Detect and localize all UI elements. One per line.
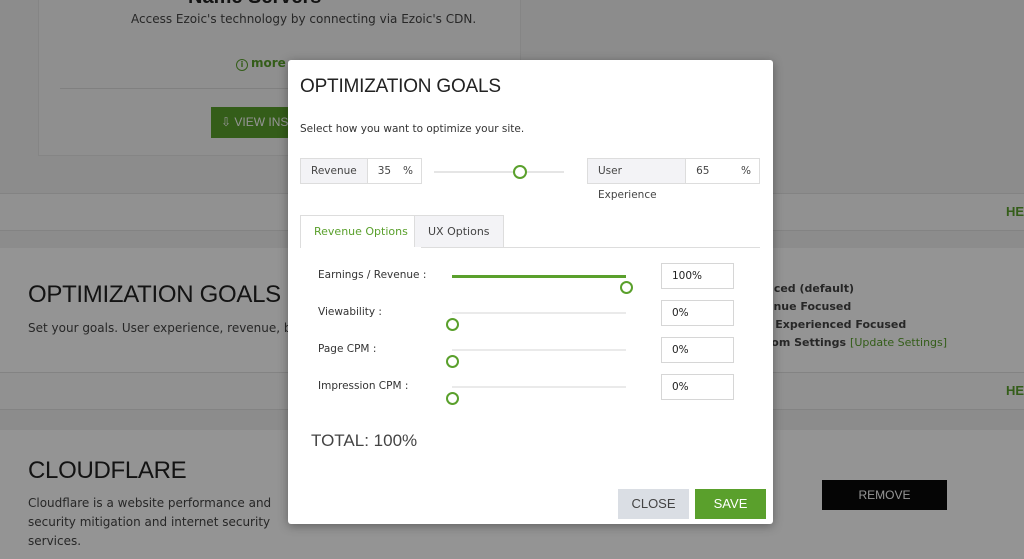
slider-fill [452, 274, 626, 278]
close-button[interactable]: CLOSE [618, 489, 689, 519]
slider-handle[interactable] [446, 392, 459, 405]
row-label: Impression CPM : [318, 380, 409, 392]
row-label: Page CPM : [318, 343, 377, 355]
earnings-input[interactable]: 100% [661, 263, 734, 289]
impression-cpm-input[interactable]: 0% [661, 374, 734, 400]
ux-split-value: 65 [696, 165, 710, 177]
impression-cpm-row: Impression CPM : 0% [288, 374, 773, 405]
slider-handle[interactable] [446, 355, 459, 368]
ux-split-field: User Experience 65% [587, 158, 760, 201]
row-label: Viewability : [318, 306, 382, 318]
page-cpm-slider[interactable] [446, 349, 626, 368]
modal-title: OPTIMIZATION GOALS [300, 76, 501, 97]
save-button[interactable]: SAVE [695, 489, 766, 519]
revenue-split-value: 35 [377, 165, 392, 177]
row-label: Earnings / Revenue : [318, 269, 427, 281]
optimization-goals-modal: OPTIMIZATION GOALS Select how you want t… [288, 60, 773, 524]
ux-split-unit: % [741, 165, 751, 177]
slider-handle[interactable] [620, 281, 633, 294]
revenue-split-field: Revenue 35% [300, 158, 422, 184]
tab-revenue-options[interactable]: Revenue Options [300, 215, 422, 248]
options-tabs: Revenue Options UX Options [300, 215, 760, 248]
ux-split-input[interactable]: 65% [686, 159, 759, 183]
viewability-slider[interactable] [446, 312, 626, 331]
split-slider-handle[interactable] [512, 165, 527, 179]
viewability-input[interactable]: 0% [661, 300, 734, 326]
tab-ux-options[interactable]: UX Options [414, 215, 504, 247]
earnings-slider[interactable] [452, 274, 633, 294]
ux-split-label: User Experience [588, 159, 687, 201]
viewability-row: Viewability : 0% [288, 300, 773, 331]
split-slider-track[interactable] [434, 171, 564, 173]
page-cpm-input[interactable]: 0% [661, 337, 734, 363]
revenue-split-input[interactable]: 35% [367, 159, 421, 183]
revenue-split-unit: % [403, 165, 413, 177]
revenue-split-label: Revenue [301, 159, 368, 183]
page-cpm-row: Page CPM : 0% [288, 337, 773, 368]
impression-cpm-slider[interactable] [446, 386, 626, 405]
modal-subtitle: Select how you want to optimize your sit… [300, 123, 525, 135]
total-label: TOTAL: 100% [311, 431, 418, 450]
earnings-row: Earnings / Revenue : 100% [288, 263, 773, 294]
slider-handle[interactable] [446, 318, 459, 331]
